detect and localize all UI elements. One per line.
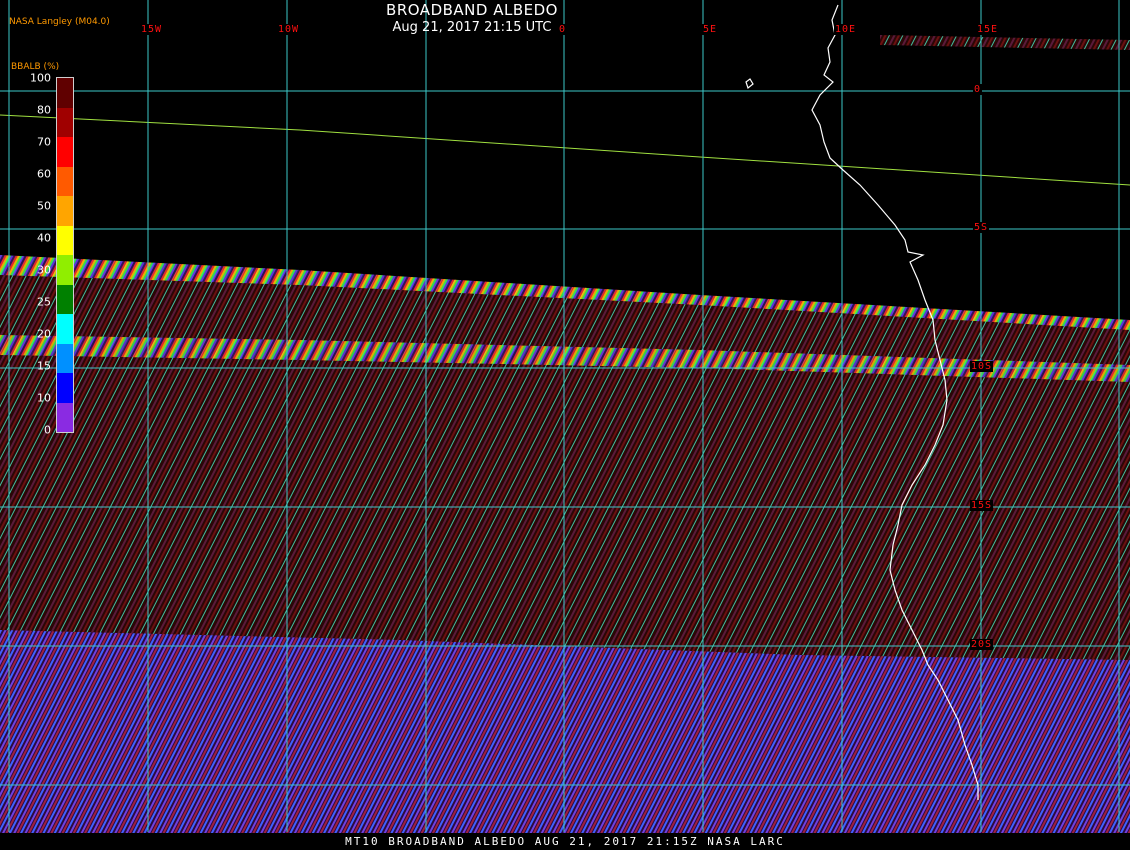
legend-tick-label: 70 bbox=[37, 135, 51, 149]
island-outline bbox=[745, 78, 754, 90]
credit-label: NASA Langley (M04.0) bbox=[9, 17, 110, 27]
orbit-track-line bbox=[0, 114, 1130, 186]
legend-cell bbox=[57, 225, 73, 255]
map-title: BROADBAND ALBEDO bbox=[386, 1, 558, 19]
lat-label-20s: 20S bbox=[970, 639, 994, 650]
legend-cell bbox=[57, 373, 73, 403]
legend-cell bbox=[57, 343, 73, 373]
legend-cell bbox=[57, 284, 73, 314]
lat-label-0: 0 bbox=[973, 84, 983, 95]
legend-tick-label: 20 bbox=[37, 327, 51, 341]
legend-tick-label: 15 bbox=[37, 359, 51, 373]
legend-cell bbox=[57, 137, 73, 167]
lat-label-15s: 15S bbox=[970, 500, 994, 511]
lon-label-0: 0 bbox=[558, 24, 568, 35]
lat-label-5s: 5S bbox=[973, 222, 990, 233]
legend-tick-label: 80 bbox=[37, 103, 51, 117]
swath-top-right bbox=[880, 35, 1130, 50]
legend-title: BBALB (%) bbox=[11, 62, 60, 72]
legend-tick-label: 50 bbox=[37, 199, 51, 213]
satellite-map bbox=[0, 0, 1130, 840]
legend-tick-label: 30 bbox=[37, 263, 51, 277]
legend-tick-label: 25 bbox=[37, 295, 51, 309]
lat-label-10s: 10S bbox=[970, 361, 994, 372]
lon-label-10w: 10W bbox=[277, 24, 301, 35]
legend-cell bbox=[57, 402, 73, 432]
legend-cell bbox=[57, 314, 73, 344]
legend-cell bbox=[57, 78, 73, 108]
lon-label-15e: 15E bbox=[976, 24, 1000, 35]
legend-cell bbox=[57, 196, 73, 226]
legend-cell bbox=[57, 107, 73, 137]
lon-label-15w: 15W bbox=[140, 24, 164, 35]
legend-tick-label: 10 bbox=[37, 391, 51, 405]
lon-label-10e: 10E bbox=[834, 24, 858, 35]
legend-cell bbox=[57, 166, 73, 196]
legend-tick-label: 40 bbox=[37, 231, 51, 245]
legend-tick-label: 100 bbox=[30, 71, 51, 85]
legend-cell bbox=[57, 255, 73, 285]
lon-label-5e: 5E bbox=[702, 24, 719, 35]
legend-color-bar bbox=[56, 77, 74, 433]
legend-tick-label: 60 bbox=[37, 167, 51, 181]
swath-purple-region bbox=[0, 630, 1130, 835]
legend-tick-label: 0 bbox=[44, 423, 51, 437]
footer-caption: MT10 BROADBAND ALBEDO AUG 21, 2017 21:15… bbox=[0, 833, 1130, 850]
